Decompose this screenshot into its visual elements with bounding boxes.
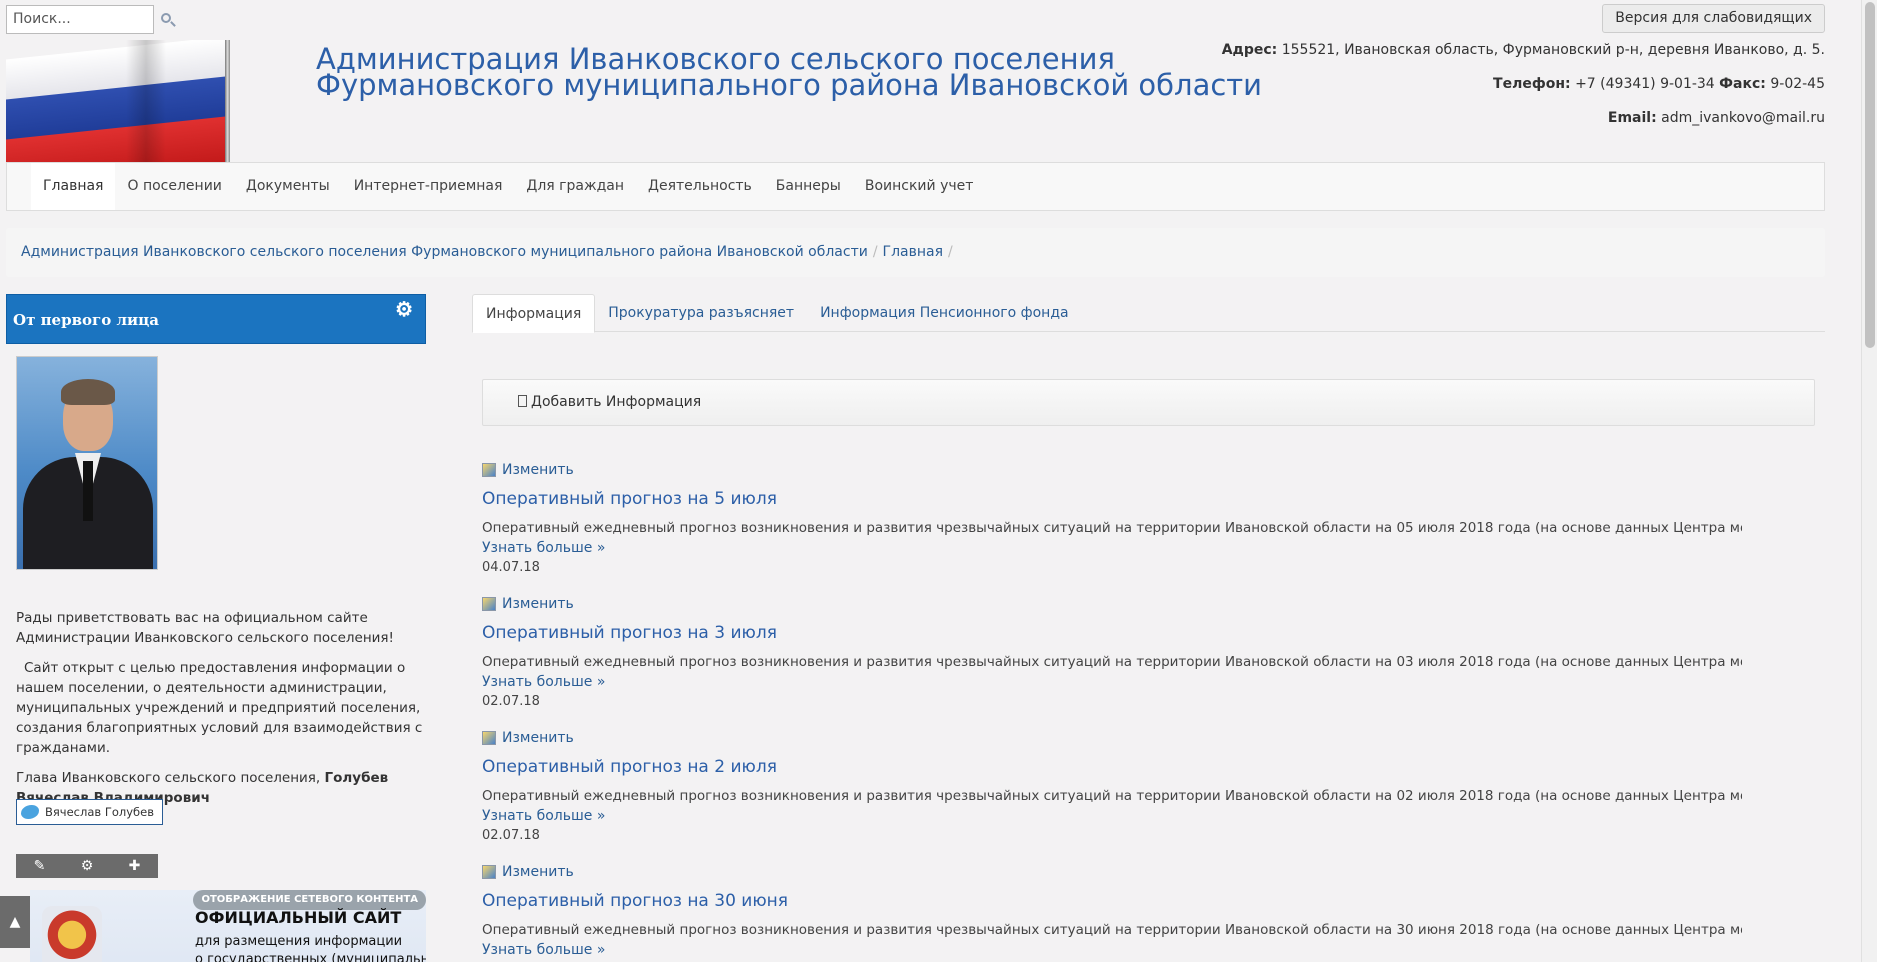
news-excerpt: Оперативный ежедневный прогноз возникнов… bbox=[482, 654, 1742, 670]
address-value: 155521, Ивановская область, Фурмановский… bbox=[1281, 42, 1825, 58]
list-item: Изменить Оперативный прогноз на 3 июля О… bbox=[482, 594, 1742, 728]
coat-of-arms-icon bbox=[42, 906, 102, 962]
edit-link[interactable]: Изменить bbox=[482, 460, 1742, 480]
official-site-banner[interactable]: ОТОБРАЖЕНИЕ СЕТЕВОГО КОНТЕНТА ОФИЦИАЛЬНЫ… bbox=[30, 890, 426, 962]
network-content-tag: ОТОБРАЖЕНИЕ СЕТЕВОГО КОНТЕНТА bbox=[193, 890, 426, 910]
breadcrumb-root[interactable]: Администрация Иванковского сельского пос… bbox=[21, 244, 868, 260]
plus-icon[interactable]: ✚ bbox=[129, 858, 141, 874]
search-bar bbox=[6, 4, 182, 34]
news-title[interactable]: Оперативный прогноз на 5 июля bbox=[482, 488, 1742, 510]
phone-label: Телефон: bbox=[1493, 76, 1571, 92]
contacts: Адрес: 155521, Ивановская область, Фурма… bbox=[1222, 40, 1825, 142]
content-tabs: Информация Прокуратура разъясняет Информ… bbox=[472, 294, 1825, 333]
fax-value: 9-02-45 bbox=[1770, 76, 1825, 92]
nav-item-about[interactable]: О поселении bbox=[115, 163, 233, 210]
read-more-link[interactable]: Узнать больше » bbox=[482, 672, 1742, 692]
address-row: Адрес: 155521, Ивановская область, Фурма… bbox=[1222, 40, 1825, 60]
breadcrumb: Администрация Иванковского сельского пос… bbox=[6, 228, 1825, 277]
nav-item-banners[interactable]: Баннеры bbox=[764, 163, 853, 210]
edit-icon bbox=[482, 597, 496, 611]
fax-label: Факс: bbox=[1719, 76, 1766, 92]
news-date: 02.07.18 bbox=[482, 828, 540, 843]
address-label: Адрес: bbox=[1221, 42, 1278, 58]
sidebar: От первого лица ⚙ Рады приветствовать ва… bbox=[6, 294, 426, 962]
twitter-icon bbox=[21, 805, 39, 819]
nav-item-for-citizens[interactable]: Для граждан bbox=[514, 163, 636, 210]
search-icon[interactable] bbox=[158, 10, 182, 34]
edit-link[interactable]: Изменить bbox=[482, 594, 1742, 614]
news-date: 02.07.18 bbox=[482, 694, 540, 709]
breadcrumb-current[interactable]: Главная bbox=[883, 244, 943, 260]
sidebar-header: От первого лица ⚙ bbox=[6, 294, 426, 344]
add-information-button[interactable]: Добавить Информация bbox=[482, 379, 1815, 426]
tab-prosecutor[interactable]: Прокуратура разъясняет bbox=[595, 294, 807, 331]
add-information-label: Добавить Информация bbox=[531, 394, 702, 410]
scrollbar-thumb[interactable] bbox=[1865, 2, 1875, 348]
edit-label: Изменить bbox=[502, 864, 574, 880]
nav-item-military[interactable]: Воинский учет bbox=[853, 163, 986, 210]
twitter-button[interactable]: Вячеслав Голубев bbox=[16, 799, 163, 825]
welcome-text: Рады приветствовать вас на официальном с… bbox=[16, 608, 426, 818]
edit-link[interactable]: Изменить bbox=[482, 728, 1742, 748]
gear-icon[interactable]: ⚙ bbox=[395, 299, 413, 319]
edit-icon bbox=[482, 463, 496, 477]
news-excerpt: Оперативный ежедневный прогноз возникнов… bbox=[482, 788, 1742, 804]
edit-label: Изменить bbox=[502, 730, 574, 746]
nav-item-home[interactable]: Главная bbox=[31, 163, 116, 210]
news-date: 04.07.18 bbox=[482, 560, 540, 575]
module-toolbar: ✎ ⚙ ✚ bbox=[16, 854, 158, 878]
banner-title: ОФИЦИАЛЬНЫЙ САЙТ bbox=[195, 908, 402, 927]
nav-item-activity[interactable]: Деятельность bbox=[636, 163, 764, 210]
main-nav: Главная О поселении Документы Интернет-п… bbox=[6, 162, 1825, 211]
phone-row: Телефон: +7 (49341) 9-01-34 Факс: 9-02-4… bbox=[1222, 74, 1825, 94]
page-scrollbar[interactable] bbox=[1861, 0, 1877, 962]
welcome-about: Сайт открыт с целью предоставления инфор… bbox=[16, 660, 423, 756]
site-title-line2: Фурмановского муниципального района Иван… bbox=[316, 68, 1263, 102]
news-title[interactable]: Оперативный прогноз на 30 июня bbox=[482, 890, 1742, 912]
edit-icon bbox=[482, 865, 496, 879]
head-portrait-photo bbox=[16, 356, 158, 570]
read-more-link[interactable]: Узнать больше » bbox=[482, 940, 1742, 960]
document-icon bbox=[518, 395, 527, 407]
news-excerpt: Оперативный ежедневный прогноз возникнов… bbox=[482, 520, 1742, 536]
email-row: Email: adm_ivankovo@mail.ru bbox=[1222, 108, 1825, 128]
list-item: Изменить Оперативный прогноз на 2 июля О… bbox=[482, 728, 1742, 862]
welcome-greeting: Рады приветствовать вас на официальном с… bbox=[16, 610, 394, 646]
email-label: Email: bbox=[1607, 110, 1657, 126]
read-more-link[interactable]: Узнать больше » bbox=[482, 806, 1742, 826]
russian-flag-image bbox=[6, 40, 230, 162]
list-item: Изменить Оперативный прогноз на 30 июня … bbox=[482, 862, 1742, 962]
banner-subtitle-1: для размещения информации bbox=[195, 934, 403, 949]
edit-label: Изменить bbox=[502, 462, 574, 478]
sidebar-header-title: От первого лица bbox=[13, 311, 159, 329]
low-vision-version-button[interactable]: Версия для слабовидящих bbox=[1602, 4, 1825, 33]
news-title[interactable]: Оперативный прогноз на 2 июля bbox=[482, 756, 1742, 778]
edit-icon bbox=[482, 731, 496, 745]
nav-item-documents[interactable]: Документы bbox=[234, 163, 342, 210]
head-prefix: Глава Иванковского сельского поселения, bbox=[16, 770, 321, 786]
site-title[interactable]: Администрация Иванковского сельского пос… bbox=[316, 45, 1263, 102]
news-list: Изменить Оперативный прогноз на 5 июля О… bbox=[482, 460, 1742, 962]
gear-icon[interactable]: ⚙ bbox=[81, 858, 94, 874]
breadcrumb-separator: / bbox=[948, 244, 953, 260]
tab-pension-fund[interactable]: Информация Пенсионного фонда bbox=[807, 294, 1082, 331]
twitter-label: Вячеслав Голубев bbox=[45, 805, 154, 819]
news-excerpt: Оперативный ежедневный прогноз возникнов… bbox=[482, 922, 1742, 938]
edit-label: Изменить bbox=[502, 596, 574, 612]
news-title[interactable]: Оперативный прогноз на 3 июля bbox=[482, 622, 1742, 644]
scroll-to-top-button[interactable]: ▲ bbox=[0, 896, 30, 948]
banner-subtitle-2: о государственных (муниципальных) bbox=[195, 952, 426, 962]
list-item: Изменить Оперативный прогноз на 5 июля О… bbox=[482, 460, 1742, 594]
phone-value: +7 (49341) 9-01-34 bbox=[1575, 76, 1715, 92]
edit-link[interactable]: Изменить bbox=[482, 862, 1742, 882]
read-more-link[interactable]: Узнать больше » bbox=[482, 538, 1742, 558]
email-value[interactable]: adm_ivankovo@mail.ru bbox=[1661, 110, 1825, 126]
pencil-icon[interactable]: ✎ bbox=[34, 858, 46, 874]
tab-information[interactable]: Информация bbox=[472, 294, 596, 333]
nav-item-internet-reception[interactable]: Интернет-приемная bbox=[342, 163, 515, 210]
breadcrumb-separator: / bbox=[872, 244, 878, 260]
search-input[interactable] bbox=[6, 4, 154, 34]
